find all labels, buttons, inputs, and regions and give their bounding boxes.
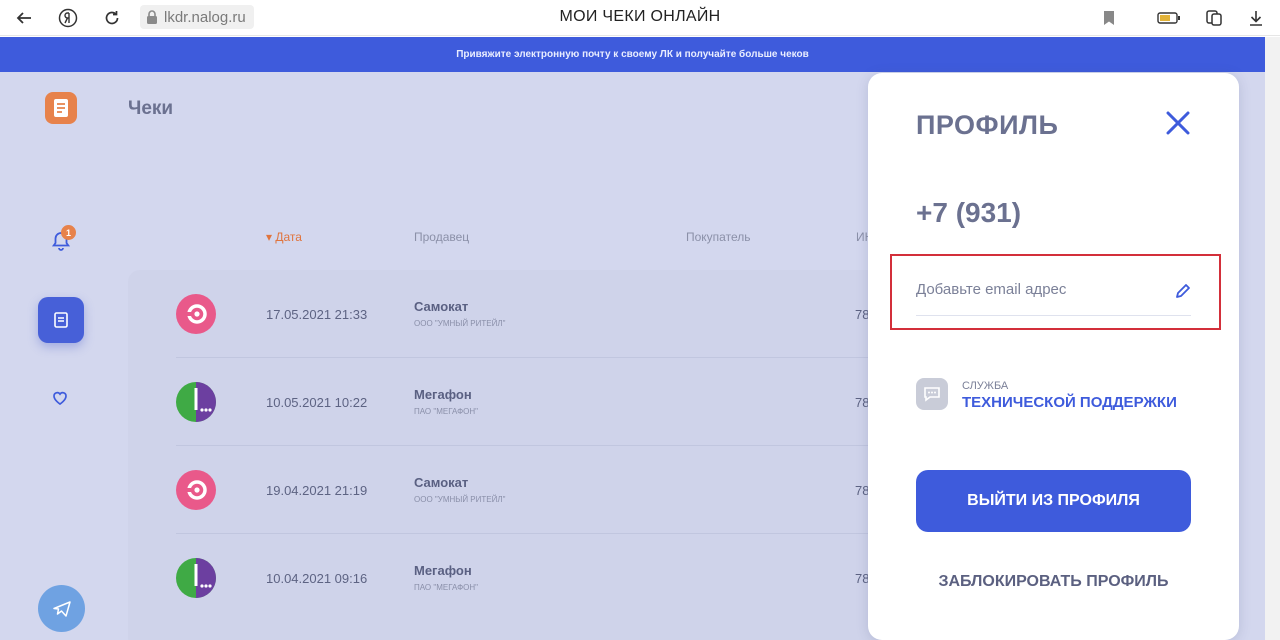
lock-icon [147,10,157,24]
reload-icon[interactable] [100,6,124,30]
address-bar[interactable]: lkdr.nalog.ru [140,5,254,29]
row-seller-org: ПАО "МЕГАФОН" [414,407,478,416]
table-row[interactable]: 17.05.2021 21:33 Самокат ООО "УМНЫЙ РИТЕ… [128,270,888,358]
support-chat-icon[interactable] [916,378,948,410]
samokat-logo-icon [176,294,216,334]
back-arrow-icon[interactable] [12,6,36,30]
email-field-underline [916,315,1191,316]
banner-text: Привяжите электронную почту к своему ЛК … [456,49,809,60]
scrollbar[interactable] [1265,37,1280,640]
sidebar-item-receipts[interactable] [38,297,84,343]
row-seller-org: ООО "УМНЫЙ РИТЕЙЛ" [414,319,506,328]
column-header-buyer[interactable]: Покупатель [686,230,750,244]
support-caption: СЛУЖБА [962,380,1009,392]
column-date-label: Дата [275,230,302,244]
row-date: 17.05.2021 21:33 [266,307,368,322]
notification-badge: 1 [61,225,76,240]
row-seller-org: ООО "УМНЫЙ РИТЕЙЛ" [414,495,506,504]
row-date: 10.04.2021 09:16 [266,571,368,586]
profile-phone: +7 (931) [916,197,1022,228]
battery-icon[interactable] [1155,6,1183,30]
extensions-icon[interactable] [1202,6,1226,30]
close-icon[interactable] [1164,109,1192,137]
column-header-seller[interactable]: Продавец [414,230,469,244]
profile-title: ПРОФИЛЬ [916,110,1059,140]
download-icon[interactable] [1244,6,1268,30]
row-seller: Самокат [414,475,469,490]
megafon-logo-icon [176,382,216,422]
browser-toolbar: lkdr.nalog.ru МОИ ЧЕКИ ОНЛАЙН [0,0,1280,36]
support-link[interactable]: ТЕХНИЧЕСКОЙ ПОДДЕРЖКИ [962,394,1177,411]
row-seller-org: ПАО "МЕГАФОН" [414,583,478,592]
row-date: 10.05.2021 10:22 [266,395,368,410]
email-promo-banner[interactable]: Привяжите электронную почту к своему ЛК … [0,37,1265,72]
heart-icon[interactable] [50,388,70,408]
row-date: 19.04.2021 21:19 [266,483,368,498]
table-row[interactable]: 19.04.2021 21:19 Самокат ООО "УМНЫЙ РИТЕ… [128,446,888,534]
megafon-logo-icon [176,558,216,598]
row-seller: Самокат [414,299,469,314]
pencil-icon[interactable] [1174,282,1192,300]
table-row[interactable]: 10.04.2021 09:16 Мегафон ПАО "МЕГАФОН" 7… [128,534,888,622]
yandex-icon[interactable] [56,6,80,30]
receipts-table: 17.05.2021 21:33 Самокат ООО "УМНЫЙ РИТЕ… [128,270,888,640]
bookmark-icon[interactable] [1097,6,1121,30]
table-row[interactable]: 10.05.2021 10:22 Мегафон ПАО "МЕГАФОН" 7… [128,358,888,446]
email-field[interactable]: Добавьте email адрес [916,281,1066,298]
column-header-date[interactable]: ▾ Дата [266,230,302,244]
paper-plane-icon [52,600,71,617]
row-seller: Мегафон [414,387,472,402]
block-profile-button[interactable]: ЗАБЛОКИРОВАТЬ ПРОФИЛЬ [916,573,1191,591]
receipt-icon [54,312,68,328]
app-logo[interactable] [45,92,77,124]
receipt-logo-icon [54,99,68,117]
row-seller: Мегафон [414,563,472,578]
logout-button[interactable]: ВЫЙТИ ИЗ ПРОФИЛЯ [916,470,1191,532]
profile-panel: ПРОФИЛЬ +7 (931) Добавьте email адрес СЛ… [868,73,1239,640]
section-title: Чеки [128,98,174,119]
samokat-logo-icon [176,470,216,510]
url-text[interactable]: lkdr.nalog.ru [164,9,246,26]
telegram-button[interactable] [38,585,85,632]
logout-button-label: ВЫЙТИ ИЗ ПРОФИЛЯ [967,492,1140,509]
